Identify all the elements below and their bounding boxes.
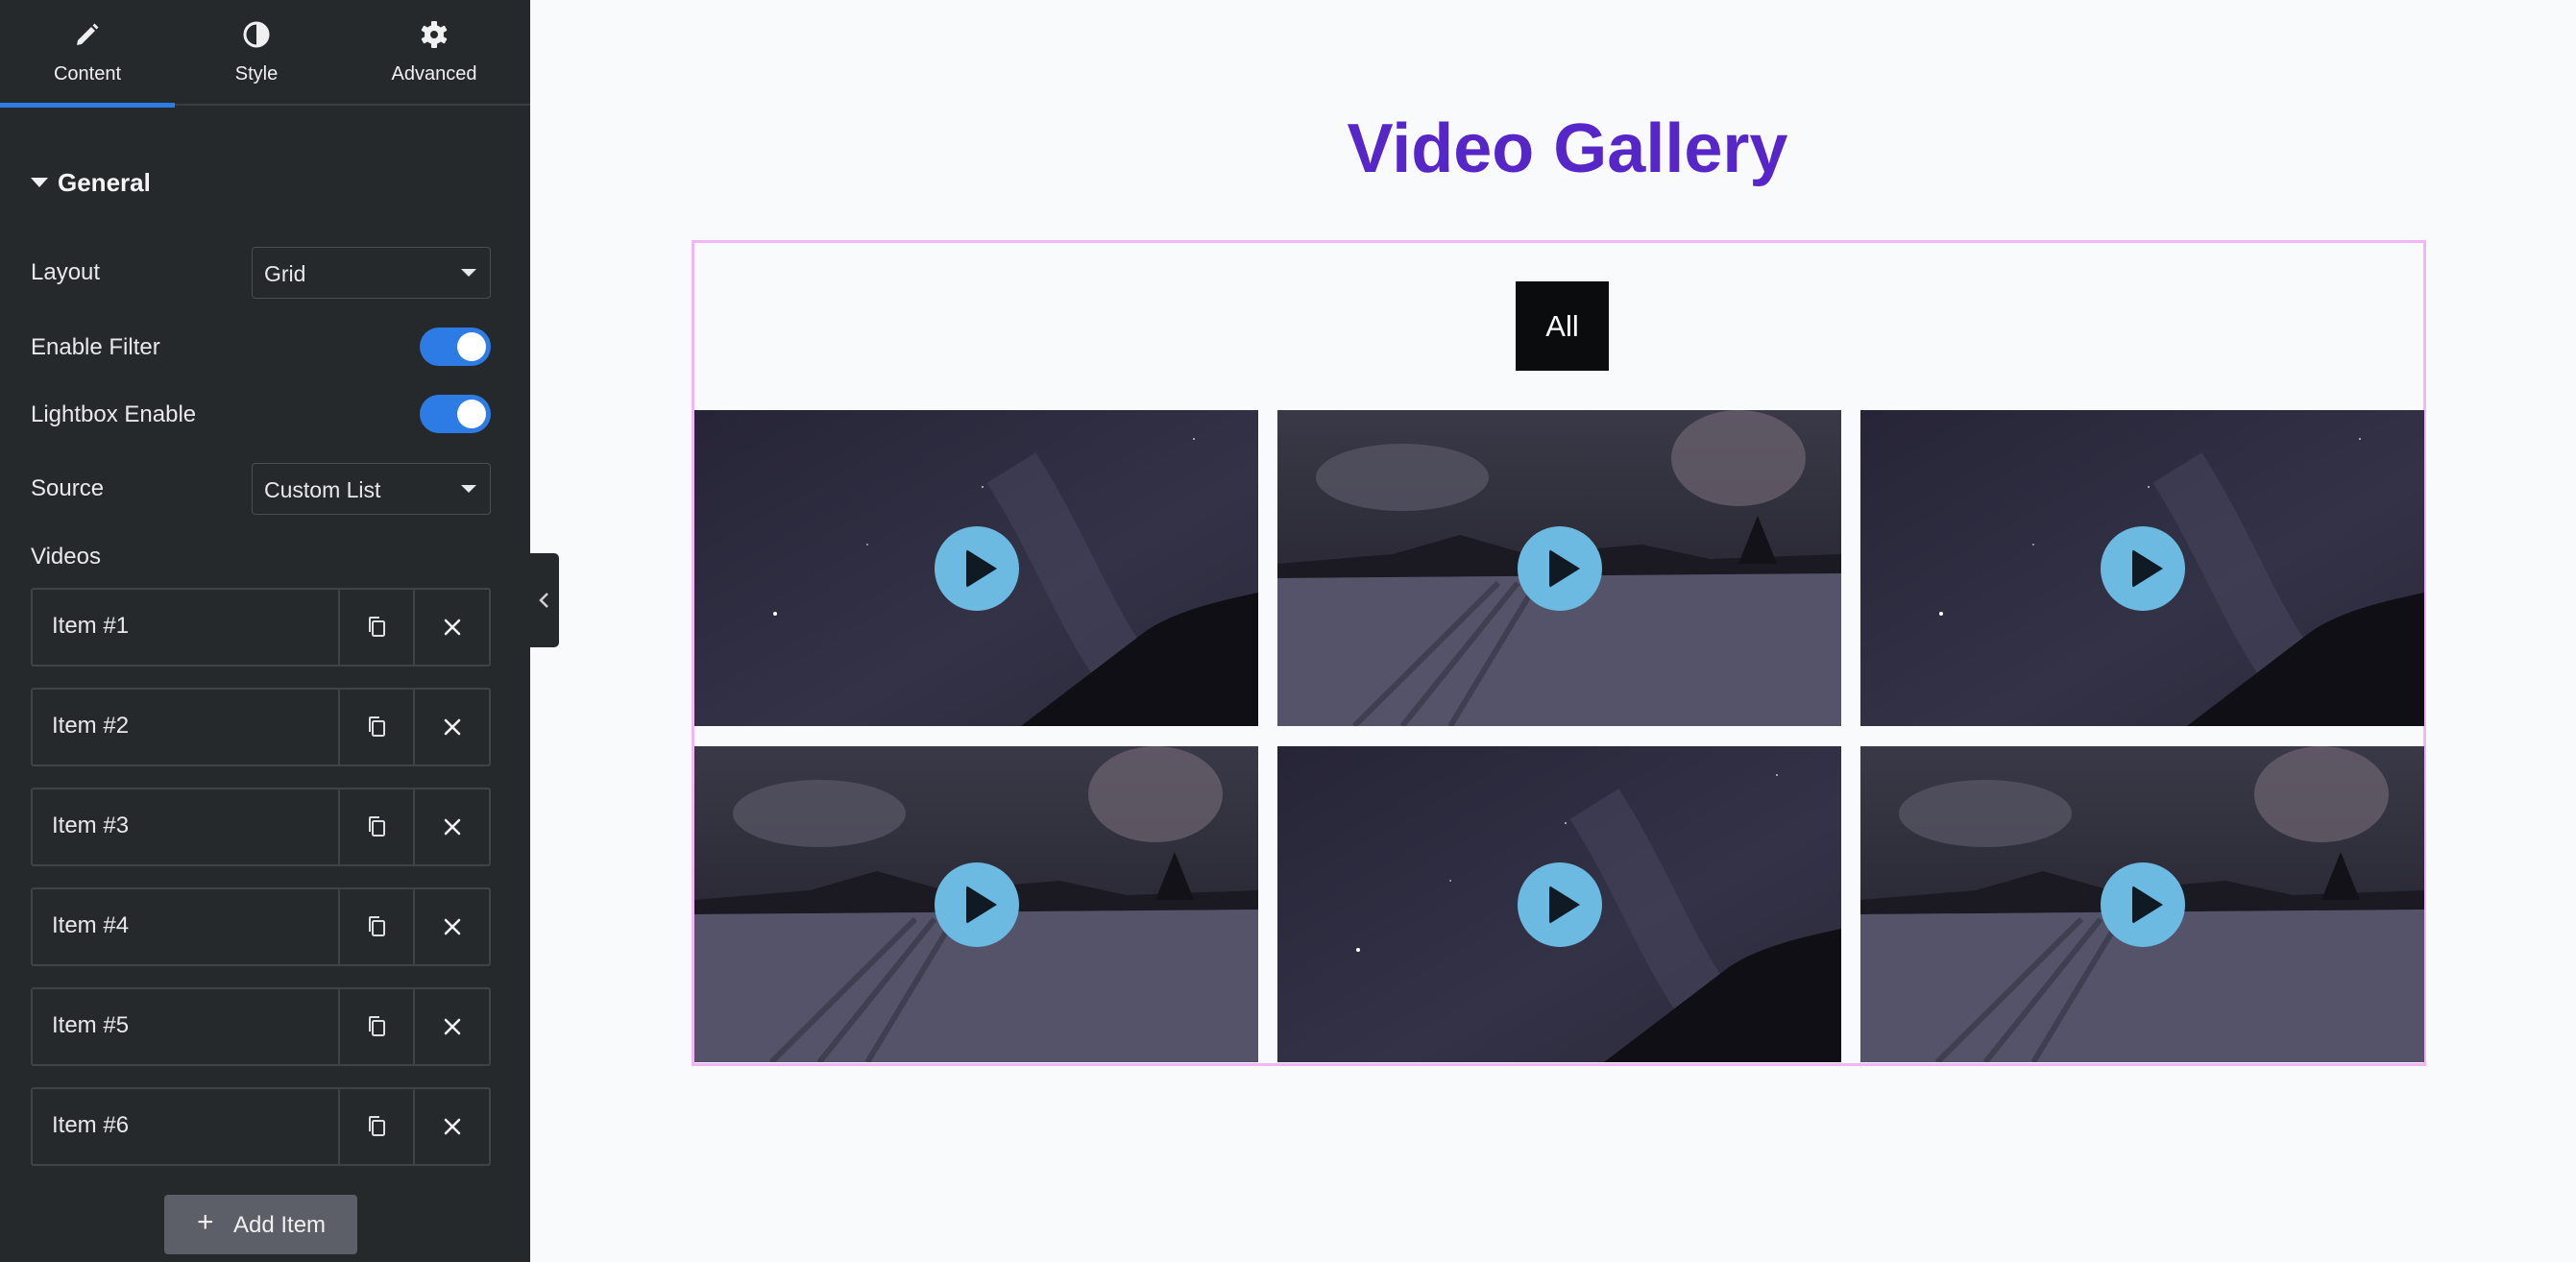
repeater-item-title[interactable]: Item #4 xyxy=(33,889,338,964)
add-item-button[interactable]: + Add Item xyxy=(164,1195,357,1254)
video-gallery: All xyxy=(692,240,2426,1066)
tab-style-label: Style xyxy=(234,63,279,85)
tab-content[interactable]: Content xyxy=(0,0,175,108)
source-select[interactable]: Custom List xyxy=(252,463,491,515)
video-card[interactable] xyxy=(694,410,1258,726)
play-icon[interactable] xyxy=(934,862,1019,947)
gear-icon xyxy=(421,21,448,48)
video-card[interactable] xyxy=(1277,410,1841,726)
tab-style[interactable]: Style xyxy=(175,0,338,106)
add-item-label: Add Item xyxy=(233,1212,327,1238)
duplicate-item-button[interactable] xyxy=(338,989,413,1064)
close-icon xyxy=(444,1118,460,1135)
duplicate-item-button[interactable] xyxy=(338,1089,413,1164)
remove-item-button[interactable] xyxy=(413,989,489,1064)
copy-icon xyxy=(369,816,385,837)
chevron-down-icon xyxy=(461,269,476,277)
repeater-item: Item #3 xyxy=(31,788,491,866)
enable-filter-label: Enable Filter xyxy=(31,334,160,360)
toggle-knob xyxy=(457,400,486,428)
section-general-toggle[interactable]: General xyxy=(31,165,151,200)
repeater-item-title[interactable]: Item #6 xyxy=(33,1089,338,1164)
close-icon xyxy=(444,818,460,836)
tab-advanced[interactable]: Advanced xyxy=(338,0,530,106)
video-card[interactable] xyxy=(1277,746,1841,1062)
tab-content-label: Content xyxy=(53,63,122,85)
pencil-icon xyxy=(77,23,99,45)
tab-advanced-label: Advanced xyxy=(391,63,477,85)
copy-icon xyxy=(369,1116,385,1136)
close-icon xyxy=(444,1018,460,1035)
duplicate-item-button[interactable] xyxy=(338,889,413,964)
close-icon xyxy=(444,718,460,736)
repeater-item: Item #1 xyxy=(31,588,491,667)
repeater-item: Item #5 xyxy=(31,987,491,1066)
layout-select-value: Grid xyxy=(264,261,306,286)
page-title: Video Gallery xyxy=(1347,110,1788,187)
layout-select[interactable]: Grid xyxy=(252,247,491,299)
copy-icon xyxy=(369,1016,385,1036)
repeater-item-title[interactable]: Item #1 xyxy=(33,590,338,665)
collapse-panel-button[interactable] xyxy=(530,553,559,647)
editor-sidebar: Content Style Advanced General Layout Gr… xyxy=(0,0,530,1262)
section-title: General xyxy=(58,167,151,197)
play-icon[interactable] xyxy=(2100,862,2185,947)
close-icon xyxy=(444,918,460,935)
chevron-left-icon xyxy=(539,593,548,608)
enable-filter-toggle[interactable] xyxy=(420,328,491,366)
source-select-value: Custom List xyxy=(264,477,381,502)
toggle-knob xyxy=(457,332,486,361)
caret-down-icon xyxy=(31,178,48,187)
repeater-item-title[interactable]: Item #5 xyxy=(33,989,338,1064)
lightbox-toggle[interactable] xyxy=(420,395,491,433)
video-card[interactable] xyxy=(1860,410,2424,726)
lightbox-label: Lightbox Enable xyxy=(31,401,197,427)
video-card[interactable] xyxy=(1860,746,2424,1062)
play-icon[interactable] xyxy=(1517,862,1602,947)
copy-icon xyxy=(369,916,385,936)
layout-label: Layout xyxy=(31,259,101,285)
repeater-item-title[interactable]: Item #2 xyxy=(33,690,338,764)
videos-label: Videos xyxy=(31,544,101,570)
repeater-item: Item #4 xyxy=(31,887,491,966)
play-icon[interactable] xyxy=(2100,525,2185,611)
plus-icon: + xyxy=(197,1206,214,1238)
duplicate-item-button[interactable] xyxy=(338,590,413,665)
remove-item-button[interactable] xyxy=(413,889,489,964)
repeater-item-title[interactable]: Item #3 xyxy=(33,789,338,864)
duplicate-item-button[interactable] xyxy=(338,690,413,764)
remove-item-button[interactable] xyxy=(413,590,489,665)
play-icon[interactable] xyxy=(934,525,1019,611)
copy-icon xyxy=(369,716,385,737)
remove-item-button[interactable] xyxy=(413,690,489,764)
duplicate-item-button[interactable] xyxy=(338,789,413,864)
copy-icon xyxy=(369,617,385,637)
remove-item-button[interactable] xyxy=(413,1089,489,1164)
play-icon[interactable] xyxy=(1517,525,1602,611)
repeater-item: Item #2 xyxy=(31,688,491,766)
contrast-icon xyxy=(243,21,270,48)
filter-all-button[interactable]: All xyxy=(1516,281,1609,371)
video-card[interactable] xyxy=(694,746,1258,1062)
remove-item-button[interactable] xyxy=(413,789,489,864)
close-icon xyxy=(444,619,460,636)
repeater-item: Item #6 xyxy=(31,1087,491,1166)
chevron-down-icon xyxy=(461,485,476,493)
source-label: Source xyxy=(31,475,105,501)
panel-tabs: Content Style Advanced xyxy=(0,0,530,108)
